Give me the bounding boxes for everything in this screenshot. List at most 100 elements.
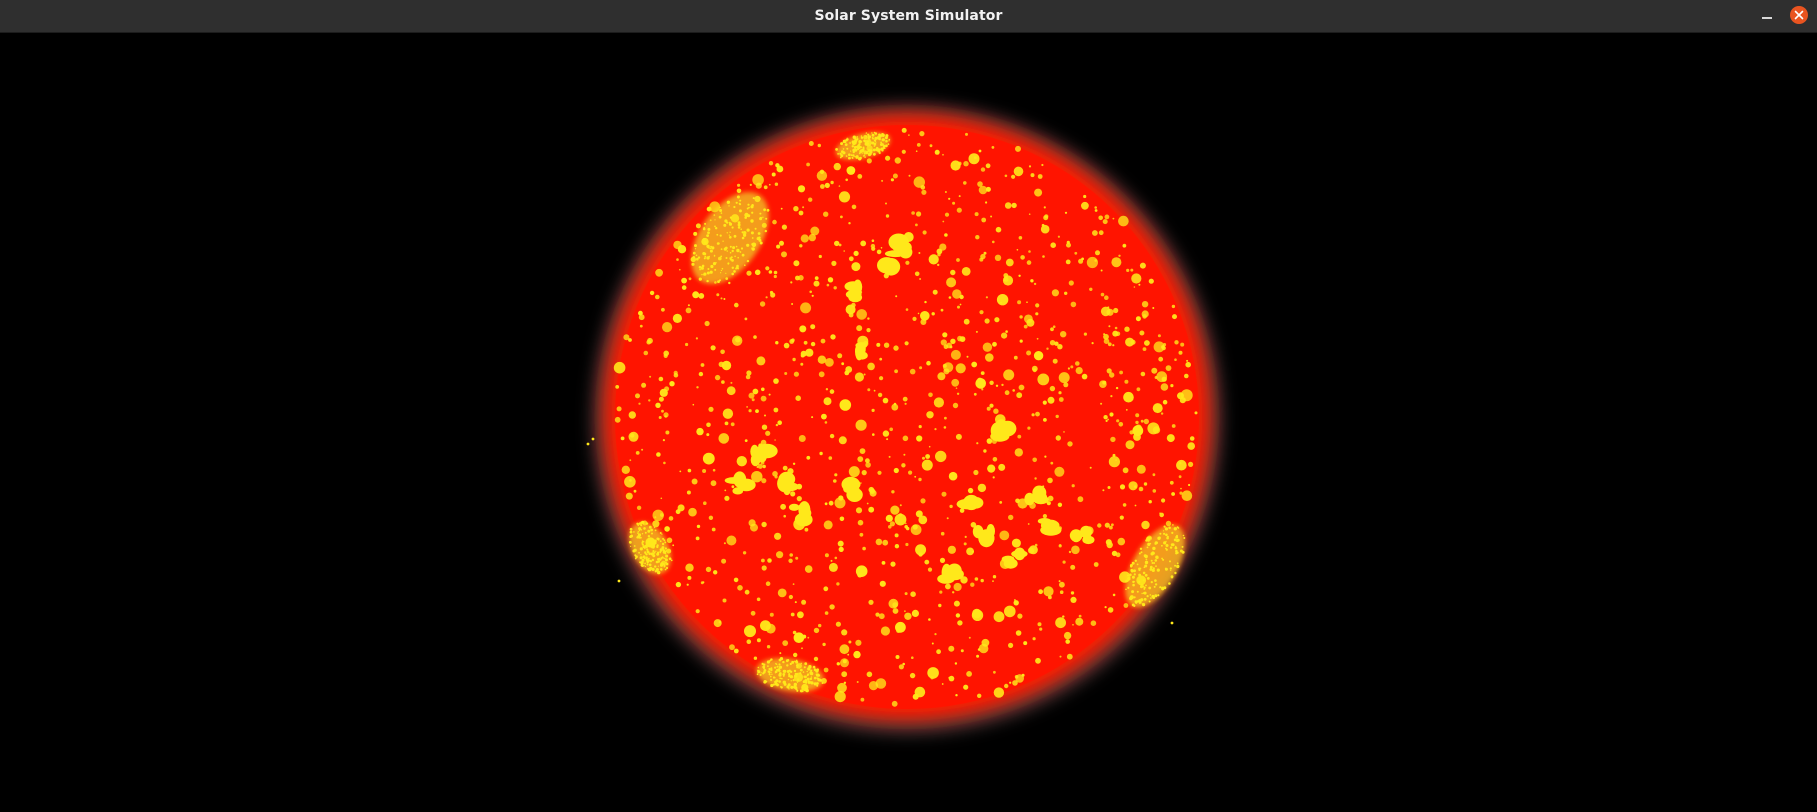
surface-spot <box>948 296 952 299</box>
surface-spot <box>820 338 826 344</box>
surface-spot <box>751 242 757 248</box>
surface-spot <box>1039 627 1043 631</box>
surface-spot <box>1059 655 1062 658</box>
surface-spot <box>761 521 767 528</box>
surface-spot <box>1032 457 1037 463</box>
surface-spot <box>658 416 662 419</box>
surface-spot <box>1026 260 1032 265</box>
surface-spot <box>807 636 810 639</box>
surface-spot <box>695 609 700 614</box>
surface-spot <box>746 639 752 644</box>
title-bar[interactable]: Solar System Simulator <box>0 0 1817 33</box>
surface-spot <box>1063 631 1072 640</box>
surface-spot <box>1122 244 1127 248</box>
surface-spot <box>734 302 739 308</box>
surface-spot <box>687 468 692 473</box>
surface-spot <box>677 245 687 254</box>
surface-spot <box>955 387 958 390</box>
surface-spot <box>728 281 731 285</box>
minimize-button[interactable] <box>1756 6 1778 28</box>
surface-spot <box>866 328 871 333</box>
surface-spot <box>928 445 931 448</box>
surface-spot <box>894 533 899 538</box>
surface-spot <box>625 492 633 500</box>
surface-spot <box>1162 343 1167 347</box>
surface-spot <box>726 386 736 396</box>
surface-spot <box>661 560 667 566</box>
surface-spot <box>1026 350 1032 356</box>
surface-spot <box>702 469 707 473</box>
surface-spot <box>753 656 758 660</box>
surface-spot <box>784 372 788 375</box>
surface-spot <box>859 448 866 454</box>
surface-spot <box>964 535 967 538</box>
render-viewport[interactable] <box>0 33 1817 812</box>
surface-spot <box>834 691 846 703</box>
surface-spot <box>919 366 923 370</box>
surface-spot <box>1031 365 1038 372</box>
surface-spot <box>890 561 896 567</box>
surface-spot <box>1018 236 1023 240</box>
surface-spot <box>730 381 733 384</box>
surface-spot <box>798 210 804 216</box>
surface-spot <box>800 302 812 314</box>
surface-spot <box>905 542 909 547</box>
surface-spot <box>902 435 909 442</box>
surface-blob <box>857 343 866 354</box>
surface-spot <box>976 654 980 658</box>
stray-particle <box>978 149 982 153</box>
surface-spot <box>721 380 725 384</box>
surface-spot <box>788 594 794 600</box>
surface-spot <box>1070 596 1077 604</box>
surface-spot <box>976 442 979 445</box>
surface-spot <box>686 583 689 586</box>
surface-spot <box>818 623 822 628</box>
surface-spot <box>1156 371 1168 383</box>
surface-spot <box>1028 213 1031 215</box>
surface-spot <box>1138 486 1144 492</box>
surface-spot <box>840 215 843 219</box>
surface-spot <box>843 250 845 252</box>
surface-blob <box>848 292 863 303</box>
surface-spot <box>904 610 906 613</box>
surface-spot <box>1043 215 1049 221</box>
surface-spot <box>916 435 923 442</box>
surface-spot <box>733 648 739 654</box>
surface-blob <box>1082 535 1095 545</box>
surface-spot <box>963 684 969 690</box>
surface-spot <box>777 420 782 426</box>
surface-spot <box>847 653 850 656</box>
surface-spot <box>1004 174 1008 178</box>
surface-spot <box>868 599 874 605</box>
stray-particle <box>586 442 590 446</box>
surface-spot <box>961 267 971 276</box>
surface-spot <box>868 486 875 493</box>
surface-spot <box>1174 358 1177 362</box>
surface-spot <box>1152 473 1156 477</box>
surface-spot <box>883 342 890 348</box>
surface-spot <box>655 294 660 300</box>
surface-spot <box>818 674 820 677</box>
surface-spot <box>808 141 814 146</box>
surface-blob <box>1003 558 1018 569</box>
surface-spot <box>1104 214 1110 220</box>
surface-spot <box>911 211 915 215</box>
surface-blob <box>1013 547 1026 561</box>
surface-spot <box>1102 219 1108 225</box>
surface-spot <box>772 219 777 225</box>
surface-spot <box>768 270 773 274</box>
surface-spot <box>806 455 811 460</box>
sun-render <box>586 105 1221 733</box>
surface-spot <box>1036 337 1039 340</box>
surface-spot <box>795 556 799 560</box>
surface-spot <box>744 439 748 442</box>
surface-spot <box>854 372 865 382</box>
surface-spot <box>762 464 766 469</box>
surface-spot <box>754 269 761 276</box>
surface-spot <box>975 330 978 333</box>
surface-spot <box>1178 475 1182 479</box>
close-button[interactable] <box>1790 6 1808 24</box>
surface-spot <box>908 174 911 177</box>
surface-spot <box>759 301 766 307</box>
surface-spot <box>666 537 673 544</box>
